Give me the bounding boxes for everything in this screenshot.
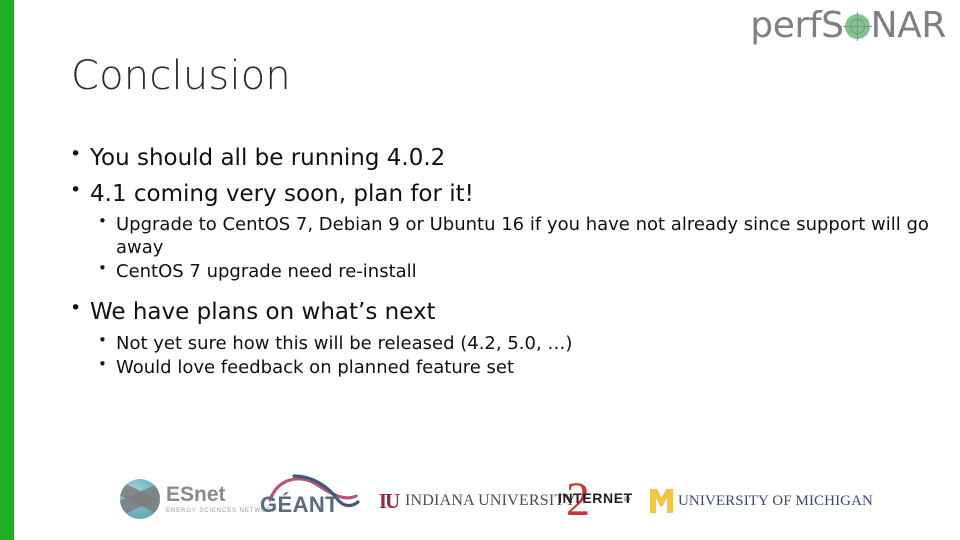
internet2-logo-name: INTERNET	[558, 490, 633, 506]
slide-body: You should all be running 4.0.2 4.1 comi…	[62, 142, 942, 384]
sub-bullet-item: Not yet sure how this will be released (…	[90, 331, 942, 355]
bullet-item: 4.1 coming very soon, plan for it! Upgra…	[62, 178, 942, 284]
bullet-item: We have plans on what’s next Not yet sur…	[62, 296, 942, 379]
iu-trident-icon: IU	[378, 489, 400, 513]
indiana-university-logo: IU INDIANA UNIVERSITY	[378, 489, 576, 513]
michigan-block-m-icon	[650, 489, 673, 513]
geant-logo: GÉANT	[260, 474, 360, 520]
geant-logo-name: GÉANT	[260, 492, 339, 517]
bullet-text: We have plans on what’s next	[90, 299, 436, 326]
registered-mark-icon: ®	[624, 495, 630, 504]
iu-mark-letters: IU	[378, 489, 400, 513]
sub-bullet-list: Not yet sure how this will be released (…	[90, 331, 942, 379]
page-title: Conclusion	[71, 53, 291, 99]
esnet-globe-icon	[120, 479, 160, 519]
sub-bullet-item: Upgrade to CentOS 7, Debian 9 or Ubuntu …	[90, 212, 942, 259]
university-of-michigan-logo-name: UNIVERSITY OF MICHIGAN	[678, 492, 873, 509]
sub-bullet-item: Would love feedback on planned feature s…	[90, 355, 942, 379]
footer-logo-strip: ESnet ENERGY SCIENCES NETWORK GÉANT IU I…	[110, 470, 880, 524]
indiana-university-logo-name: INDIANA UNIVERSITY	[405, 492, 577, 509]
perfsonar-logo-text-left: perfS	[750, 5, 844, 46]
esnet-logo: ESnet ENERGY SCIENCES NETWORK	[120, 479, 277, 519]
bullet-item: You should all be running 4.0.2	[62, 142, 942, 174]
globe-crosshair-icon	[842, 11, 872, 41]
internet2-logo: 2 INTERNET ®	[558, 476, 640, 524]
university-of-michigan-logo: UNIVERSITY OF MICHIGAN	[650, 489, 873, 513]
bullet-text: You should all be running 4.0.2	[90, 145, 446, 171]
slide: perfS NAR Conclusion You should all be r…	[0, 0, 960, 540]
sub-bullet-item: CentOS 7 upgrade need re-install	[90, 259, 942, 283]
perfsonar-logo-text-right: NAR	[870, 5, 947, 46]
sub-bullet-list: Upgrade to CentOS 7, Debian 9 or Ubuntu …	[90, 212, 942, 283]
bullet-text: 4.1 coming very soon, plan for it!	[90, 180, 474, 207]
bullet-list: You should all be running 4.0.2 4.1 comi…	[62, 142, 942, 379]
perfsonar-logo: perfS NAR	[750, 4, 946, 48]
left-accent-bar	[0, 0, 14, 540]
